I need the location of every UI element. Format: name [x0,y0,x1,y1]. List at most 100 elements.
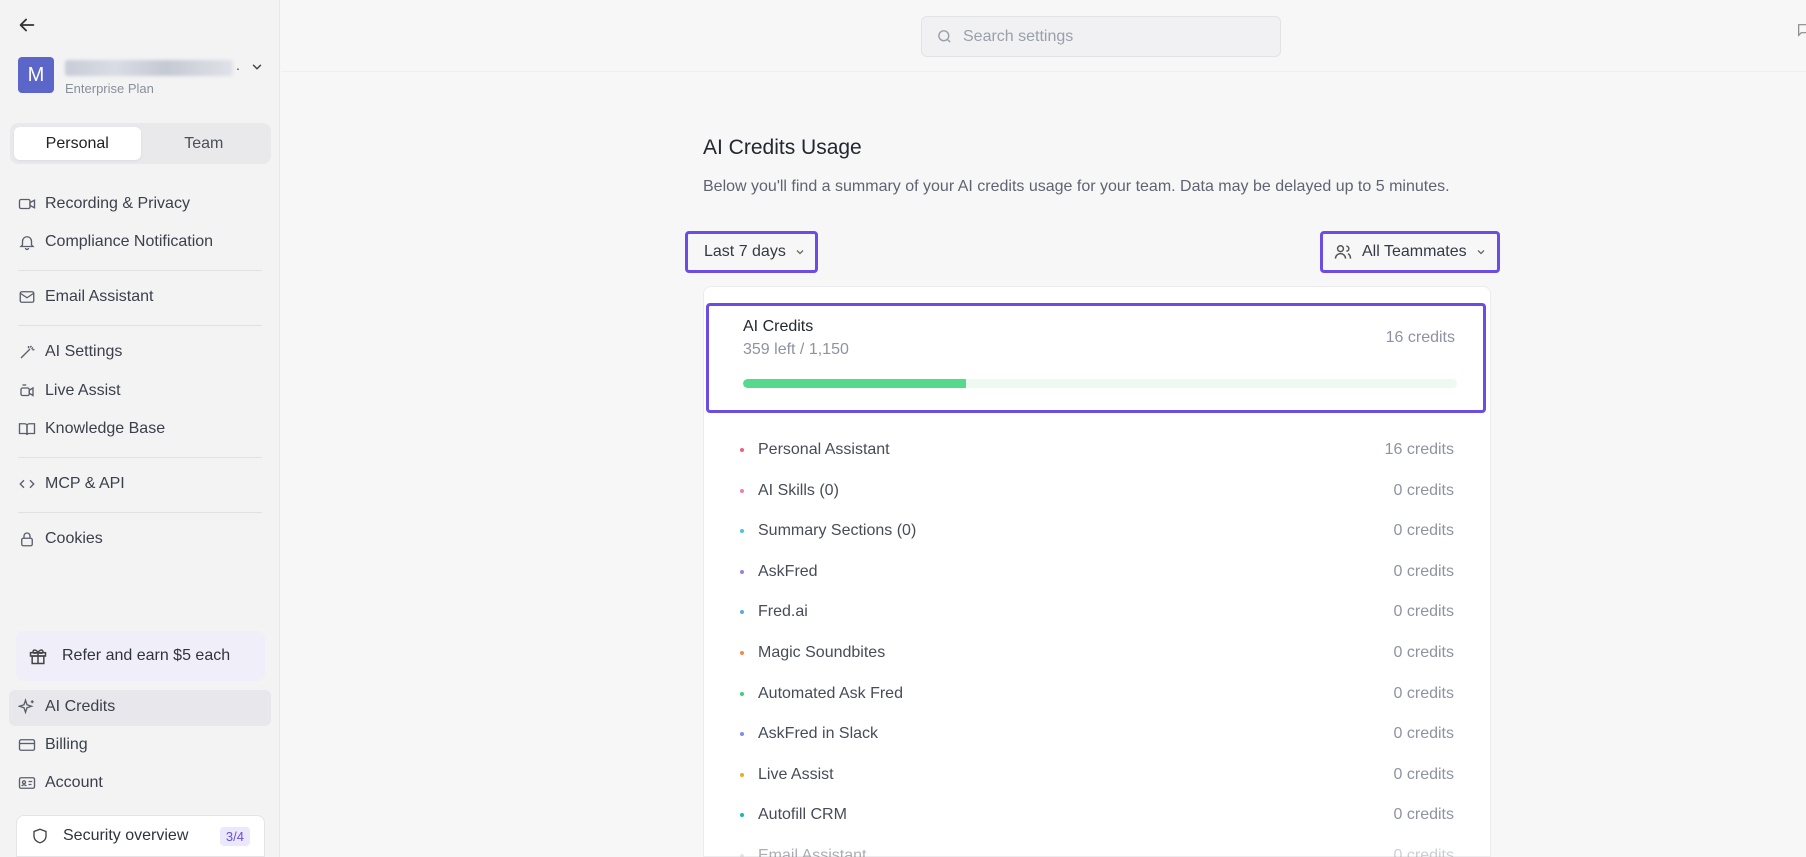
bell-icon [19,236,35,251]
teammates-dropdown-value: All Teammates [1362,243,1467,260]
list-item: AskFred 0 credits [740,558,1454,586]
sidebar-item-ai-credits[interactable]: AI Credits [18,693,115,721]
sidebar-item-account[interactable]: Account [18,769,103,797]
page-title: AI Credits Usage [703,136,862,159]
book-icon [18,423,36,436]
list-item-amount: 0 credits [1393,765,1454,783]
sidebar-item-live-assist[interactable]: Live Assist [18,377,121,405]
account-email-redacted [65,60,233,76]
color-dot [740,813,744,818]
list-item-amount: 0 credits [1393,847,1454,857]
sidebar-item-label: AI Credits [45,698,116,715]
list-item: Fred.ai 0 credits [740,598,1454,626]
refer-and-earn-button[interactable]: Refer and earn $5 each [16,631,265,681]
personal-team-toggle: Personal Team [10,123,271,164]
list-item: Summary Sections (0) 0 credits [740,517,1454,545]
list-item: Personal Assistant 16 credits [740,436,1454,464]
credits-progress-fill [743,379,966,388]
credits-title: AI Credits [743,318,814,335]
sidebar-item-label: Billing [45,736,88,753]
color-dot [740,691,744,696]
list-item-label: Fred.ai [758,603,808,621]
credits-progress-track [743,379,1457,388]
search-box[interactable] [921,16,1281,57]
teammates-dropdown[interactable]: All Teammates [1320,231,1500,273]
sidebar-item-label: Recording & Privacy [45,195,190,212]
magic-wand-icon [20,345,35,359]
sidebar: M . Enterprise Plan Personal Team Record… [0,0,280,857]
list-item: Magic Soundbites 0 credits [740,639,1454,667]
search-icon [938,30,951,43]
refer-label: Refer and earn $5 each [62,647,231,664]
list-item-amount: 0 credits [1393,481,1454,499]
page-description: Below you'll find a summary of your AI c… [703,178,1450,195]
chevron-down-icon [796,250,804,255]
live-video-icon [20,384,34,397]
sidebar-item-label: Live Assist [45,382,121,399]
chat-icon[interactable] [1796,22,1806,38]
list-item-label: AskFred in Slack [758,725,879,743]
divider [18,270,262,271]
list-item-label: Magic Soundbites [758,644,886,661]
period-dropdown[interactable]: Last 7 days [685,231,818,273]
search-input[interactable] [963,27,1263,46]
color-dot [740,569,744,574]
list-item-amount: 0 credits [1393,644,1454,661]
chevron-down-icon[interactable] [250,60,264,74]
plan-label: Enterprise Plan [65,81,154,96]
avatar: M [18,57,54,93]
code-icon [19,479,35,489]
list-item-amount: 0 credits [1393,806,1454,824]
list-item-amount: 0 credits [1393,522,1454,540]
sidebar-item-label: MCP & API [45,475,125,492]
color-dot [740,732,744,737]
list-item: Email Assistant 0 credits [740,842,1454,857]
ai-credits-summary: AI Credits 359 left / 1,150 16 credits [706,303,1486,413]
credits-used: 16 credits [1385,329,1455,346]
gift-icon [29,649,47,665]
id-card-icon [18,777,36,789]
sidebar-item-billing[interactable]: Billing [18,731,88,759]
chevron-down-icon [1477,250,1485,255]
sidebar-item-knowledge-base[interactable]: Knowledge Base [18,415,165,443]
sidebar-item-cookies[interactable]: Cookies [18,525,103,553]
list-item-label: Automated Ask Fred [758,684,903,702]
list-item-label: Summary Sections (0) [758,522,917,540]
sparkle-icon [18,698,34,715]
color-dot [740,448,744,452]
tab-personal[interactable]: Personal [14,127,141,160]
tab-team[interactable]: Team [141,127,268,160]
list-item-amount: 0 credits [1393,725,1454,743]
sidebar-item-label: Cookies [45,530,103,547]
back-arrow-icon[interactable] [16,14,38,36]
security-label: Security overview [63,827,189,844]
users-icon [1334,245,1352,259]
sidebar-item-ai-settings[interactable]: AI Settings [18,338,122,366]
list-item-label: Autofill CRM [758,806,847,824]
list-item: AI Skills (0) 0 credits [740,477,1454,505]
list-item-amount: 0 credits [1393,603,1454,621]
sidebar-item-compliance-notification[interactable]: Compliance Notification [18,228,213,256]
account-email-suffix: . [236,57,240,73]
sidebar-item-mcp-api[interactable]: MCP & API [18,470,125,498]
color-dot [740,772,744,777]
list-item: Autofill CRM 0 credits [740,801,1454,829]
divider [18,325,262,326]
security-overview-button[interactable]: Security overview 3/4 [16,815,265,857]
list-item-amount: 16 credits [1384,441,1454,458]
list-item-label: AI Skills (0) [758,481,839,499]
sidebar-item-recording-privacy[interactable]: Recording & Privacy [18,190,190,218]
period-dropdown-value: Last 7 days [704,243,786,260]
list-item-label: Live Assist [758,765,834,783]
sidebar-item-email-assistant[interactable]: Email Assistant [18,283,153,311]
list-item-label: Personal Assistant [758,441,890,458]
divider [18,457,262,458]
list-item-amount: 0 credits [1393,562,1454,580]
color-dot [740,488,744,493]
account-switcher[interactable]: M . Enterprise Plan [18,57,268,101]
sidebar-item-label: AI Settings [45,343,123,360]
shield-icon [33,828,47,844]
color-dot [740,529,744,534]
list-item: Live Assist 0 credits [740,761,1454,789]
mail-icon [19,291,35,303]
